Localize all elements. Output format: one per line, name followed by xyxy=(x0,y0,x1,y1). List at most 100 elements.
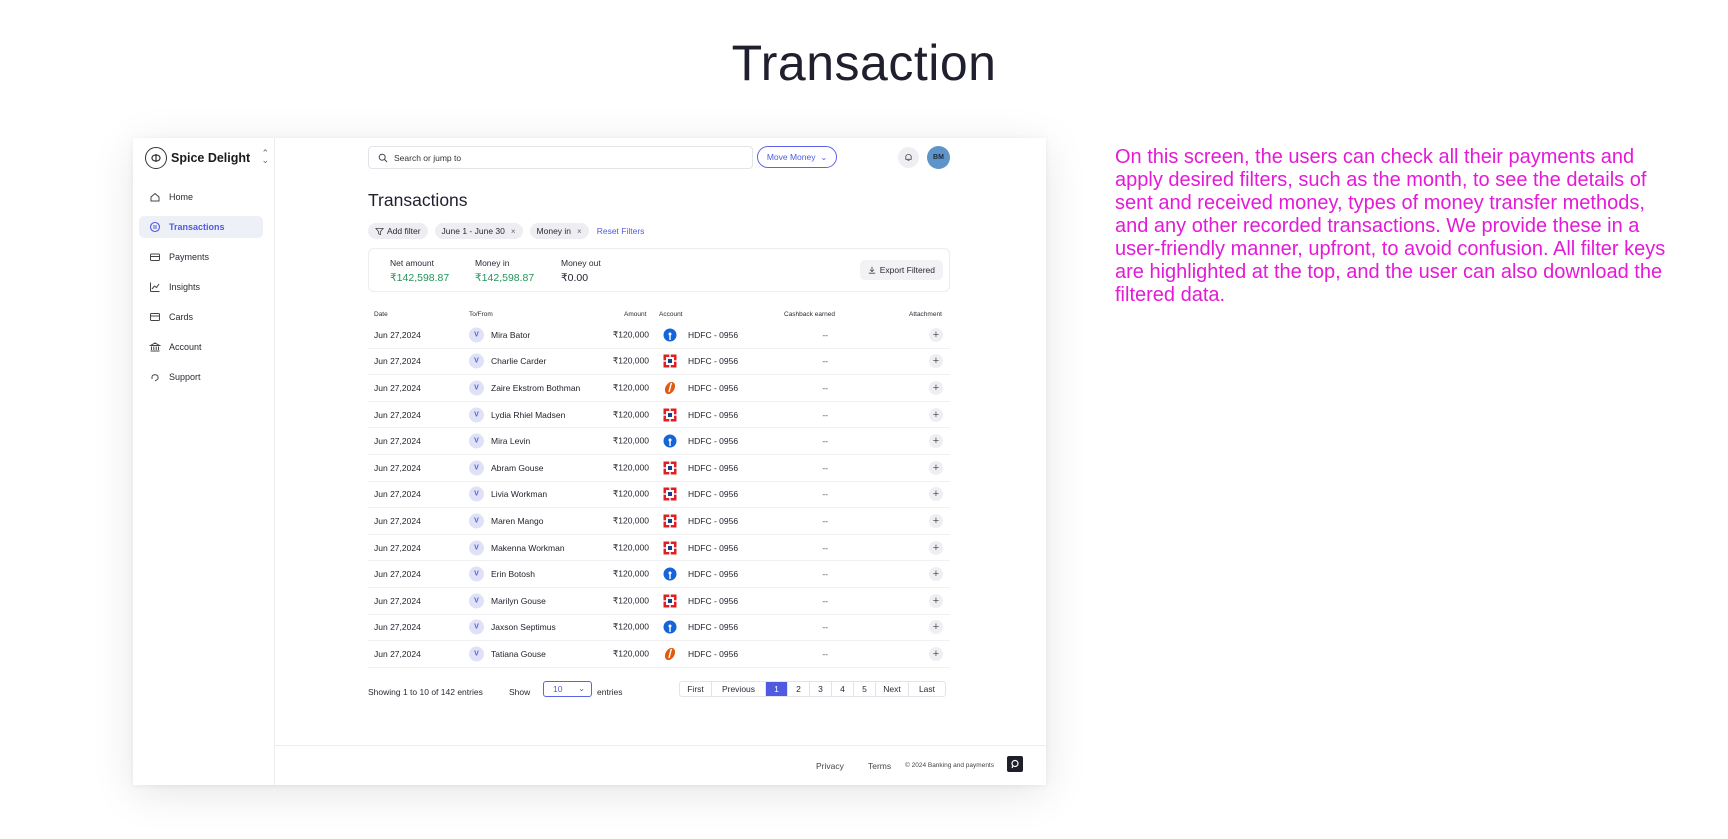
add-attachment-icon[interactable]: + xyxy=(929,354,943,369)
page-next-button[interactable]: Next xyxy=(876,682,909,696)
entries-per-page-value: 10 xyxy=(553,684,563,694)
export-filtered-button[interactable]: Export Filtered xyxy=(859,260,943,280)
col-cashback[interactable]: Cashback earned xyxy=(784,311,835,318)
table-row[interactable]: Jun 27,2024 V Livia Workman ₹120,000 HDFC - … xyxy=(368,482,950,509)
col-attachment[interactable]: Attachment xyxy=(909,311,942,318)
cell-account: HDFC - 0956 xyxy=(688,436,739,447)
payments-icon xyxy=(150,253,160,261)
sidebar-item-transactions[interactable]: Transactions xyxy=(139,216,263,238)
sidebar-item-cards[interactable]: Cards xyxy=(139,306,263,328)
add-attachment-icon[interactable]: + xyxy=(929,434,943,449)
cell-amount: ₹120,000 xyxy=(612,435,649,446)
sidebar-item-account[interactable]: Account xyxy=(139,336,263,358)
table-row[interactable]: Jun 27,2024 V Lydia Rhiel Madsen ₹120,000 HD… xyxy=(368,402,950,429)
section-heading: Transactions xyxy=(368,190,468,210)
col-to-from[interactable]: To/From xyxy=(469,311,493,318)
notification-bell-icon[interactable] xyxy=(898,147,919,168)
search-placeholder: Search or jump to xyxy=(394,152,462,163)
cell-amount: ₹120,000 xyxy=(612,355,649,366)
filter-chip-type[interactable]: Money in × xyxy=(529,223,589,239)
entries-per-page-select[interactable]: 10 ⌄ xyxy=(543,681,592,697)
add-attachment-icon[interactable]: + xyxy=(929,487,943,502)
table-row[interactable]: Jun 27,2024 V Abram Gouse ₹120,000 HDFC - 09… xyxy=(368,455,950,482)
payee-avatar: V xyxy=(469,353,484,369)
close-icon[interactable]: × xyxy=(511,227,516,236)
page-previous-button[interactable]: Previous xyxy=(712,682,766,696)
add-attachment-icon[interactable]: + xyxy=(929,513,943,528)
cell-cashback: -- xyxy=(822,622,828,633)
page-4-button[interactable]: 4 xyxy=(832,682,854,696)
close-icon[interactable]: × xyxy=(577,227,582,236)
table-row[interactable]: Jun 27,2024 V Maren Mango ₹120,000 HDFC - 09… xyxy=(368,508,950,535)
reset-filters-link[interactable]: Reset Filters xyxy=(597,226,645,236)
filter-chip-date[interactable]: June 1 - June 30 × xyxy=(434,223,523,239)
table-row[interactable]: Jun 27,2024 V Charlie Carder ₹120,000 HDFC -… xyxy=(368,349,950,376)
cell-account: HDFC - 0956 xyxy=(688,595,739,606)
icici-bank-logo-icon xyxy=(663,647,677,661)
add-filter-button[interactable]: Add filter xyxy=(368,223,428,239)
table-row[interactable]: Jun 27,2024 V Mira Levin ₹120,000 HDFC - 095… xyxy=(368,428,950,455)
table-row[interactable]: Jun 27,2024 V Jaxson Septimus ₹120,000 HDFC … xyxy=(368,615,950,642)
add-attachment-icon[interactable]: + xyxy=(929,567,943,582)
page-3-button[interactable]: 3 xyxy=(810,682,832,696)
hdfc-bank-logo-icon xyxy=(663,594,677,608)
col-account[interactable]: Account xyxy=(659,311,683,318)
table-row[interactable]: Jun 27,2024 V Tatiana Gouse ₹120,000 HDFC - … xyxy=(368,641,950,668)
page-1-button[interactable]: 1 xyxy=(766,682,788,696)
terms-link[interactable]: Terms xyxy=(868,761,891,771)
icici-bank-logo-icon xyxy=(663,381,677,395)
privacy-link[interactable]: Privacy xyxy=(816,761,844,771)
cell-amount: ₹120,000 xyxy=(612,515,649,526)
page-last-button[interactable]: Last xyxy=(909,682,945,696)
add-attachment-icon[interactable]: + xyxy=(929,540,943,555)
sidebar-nav: Home Transactions Payments Insights Cards Acc… xyxy=(139,186,263,396)
page-first-button[interactable]: First xyxy=(680,682,712,696)
payee-avatar: V xyxy=(469,540,484,556)
page-5-button[interactable]: 5 xyxy=(854,682,876,696)
footer: Privacy Terms © 2024 Banking and payment… xyxy=(275,745,1046,785)
add-attachment-icon[interactable]: + xyxy=(929,593,943,608)
payee-avatar: V xyxy=(469,407,484,423)
col-date[interactable]: Date xyxy=(374,311,388,318)
table-row[interactable]: Jun 27,2024 V Makenna Workman ₹120,000 HDFC … xyxy=(368,535,950,562)
cell-payee: Mira Levin xyxy=(491,436,531,447)
table-row[interactable]: Jun 27,2024 V Zaire Ekstrom Bothman ₹120,00… xyxy=(368,375,950,402)
sidebar-item-home[interactable]: Home xyxy=(139,186,263,208)
payee-avatar: V xyxy=(469,593,484,609)
add-attachment-icon[interactable]: + xyxy=(929,407,943,422)
cell-cashback: -- xyxy=(822,462,828,473)
table-row[interactable]: Jun 27,2024 V Marilyn Gouse ₹120,000 HDFC - … xyxy=(368,588,950,615)
search-input[interactable]: Search or jump to xyxy=(368,146,753,169)
sidebar-item-label: Account xyxy=(169,342,202,352)
add-attachment-icon[interactable]: + xyxy=(929,327,943,342)
page-2-button[interactable]: 2 xyxy=(788,682,810,696)
add-attachment-icon[interactable]: + xyxy=(929,646,943,661)
sidebar-item-label: Support xyxy=(169,372,201,382)
pagination: First Previous 1 2 3 4 5 Next Last xyxy=(679,681,946,697)
chevron-down-icon: ⌄ xyxy=(578,684,585,693)
brand-switcher[interactable]: Spice Delight ⌃ ⌄ xyxy=(145,147,269,169)
hdfc-bank-logo-icon xyxy=(663,514,677,528)
move-money-button[interactable]: Move Money ⌄ xyxy=(757,146,837,168)
sidebar-item-support[interactable]: Support xyxy=(139,366,263,388)
cell-account: HDFC - 0956 xyxy=(688,462,739,473)
cell-cashback: -- xyxy=(822,515,828,526)
col-amount[interactable]: Amount xyxy=(624,311,646,318)
chevron-updown-icon[interactable]: ⌃ ⌄ xyxy=(261,149,269,165)
add-attachment-icon[interactable]: + xyxy=(929,380,943,395)
filter-icon xyxy=(375,227,384,235)
table-row[interactable]: Jun 27,2024 V Erin Botosh ₹120,000 HDFC - 09… xyxy=(368,561,950,588)
add-attachment-icon[interactable]: + xyxy=(929,620,943,635)
add-attachment-icon[interactable]: + xyxy=(929,460,943,475)
sidebar-item-payments[interactable]: Payments xyxy=(139,246,263,268)
user-avatar[interactable]: BM xyxy=(927,146,950,169)
cell-account: HDFC - 0956 xyxy=(688,569,739,580)
hdfc-bank-logo-icon xyxy=(663,541,677,555)
payee-avatar: V xyxy=(469,513,484,529)
brand-name: Spice Delight xyxy=(171,151,251,165)
sidebar-item-insights[interactable]: Insights xyxy=(139,276,263,298)
cell-amount: ₹120,000 xyxy=(612,595,649,606)
filter-chip-label: Money in xyxy=(536,226,572,236)
table-row[interactable]: Jun 27,2024 V Mira Bator ₹120,000 HDFC - 095… xyxy=(368,322,950,349)
cell-amount: ₹120,000 xyxy=(612,409,649,420)
